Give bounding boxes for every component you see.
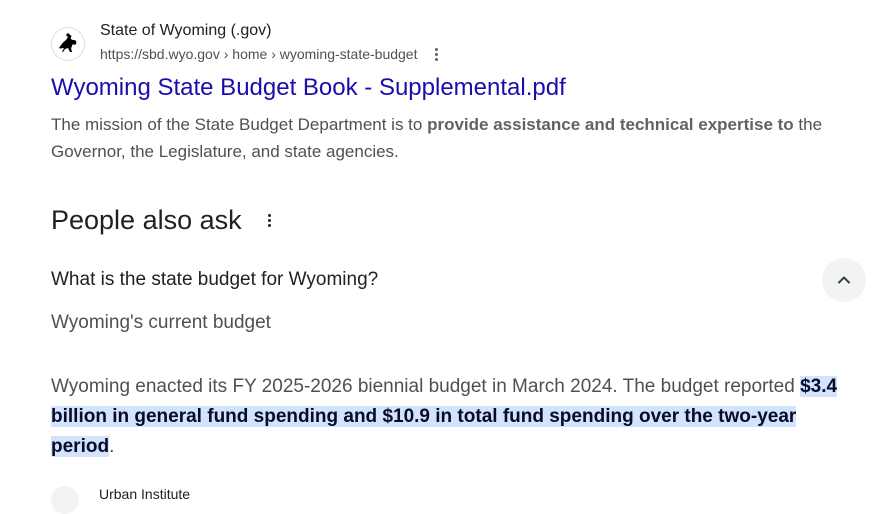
answer-text: Wyoming enacted its FY 2025-2026 biennia… [51,376,801,397]
paa-question[interactable]: What is the state budget for Wyoming? [51,269,378,291]
site-row: State of Wyoming (.gov) https://sbd.wyo.… [51,18,871,64]
chevron-up-icon [838,276,850,284]
snippet-text: The mission of the State Budget Departme… [51,115,428,134]
result-snippet: The mission of the State Budget Departme… [51,111,871,165]
snippet-bold-text: provide assistance and technical experti… [427,115,794,134]
more-options-icon[interactable] [431,46,442,63]
site-favicon[interactable] [51,27,85,61]
search-result: State of Wyoming (.gov) https://sbd.wyo.… [51,18,871,165]
next-result-site-name[interactable]: Urban Institute [99,486,190,502]
site-name[interactable]: State of Wyoming (.gov) [100,21,442,41]
paa-more-options-icon[interactable] [264,212,275,229]
people-also-ask-section: People also ask What is the state budget… [51,200,871,457]
paa-answer: Wyoming enacted its FY 2025-2026 biennia… [51,372,861,462]
next-result-favicon [51,486,79,514]
next-result-partial[interactable]: Urban Institute [51,486,190,514]
site-url-row: https://sbd.wyo.gov › home › wyoming-sta… [100,44,442,64]
paa-question-row[interactable]: What is the state budget for Wyoming? [51,257,866,303]
result-title-link[interactable]: Wyoming State Budget Book - Supplemental… [51,72,871,104]
site-url[interactable]: https://sbd.wyo.gov › home › wyoming-sta… [100,44,417,64]
paa-title: People also ask [51,205,242,235]
paa-header: People also ask [51,200,871,240]
answer-text-end: . [109,436,115,457]
collapse-button[interactable] [822,258,866,302]
paa-answer-heading: Wyoming's current budget [51,312,271,333]
bucking-horse-rider-icon [59,33,77,52]
